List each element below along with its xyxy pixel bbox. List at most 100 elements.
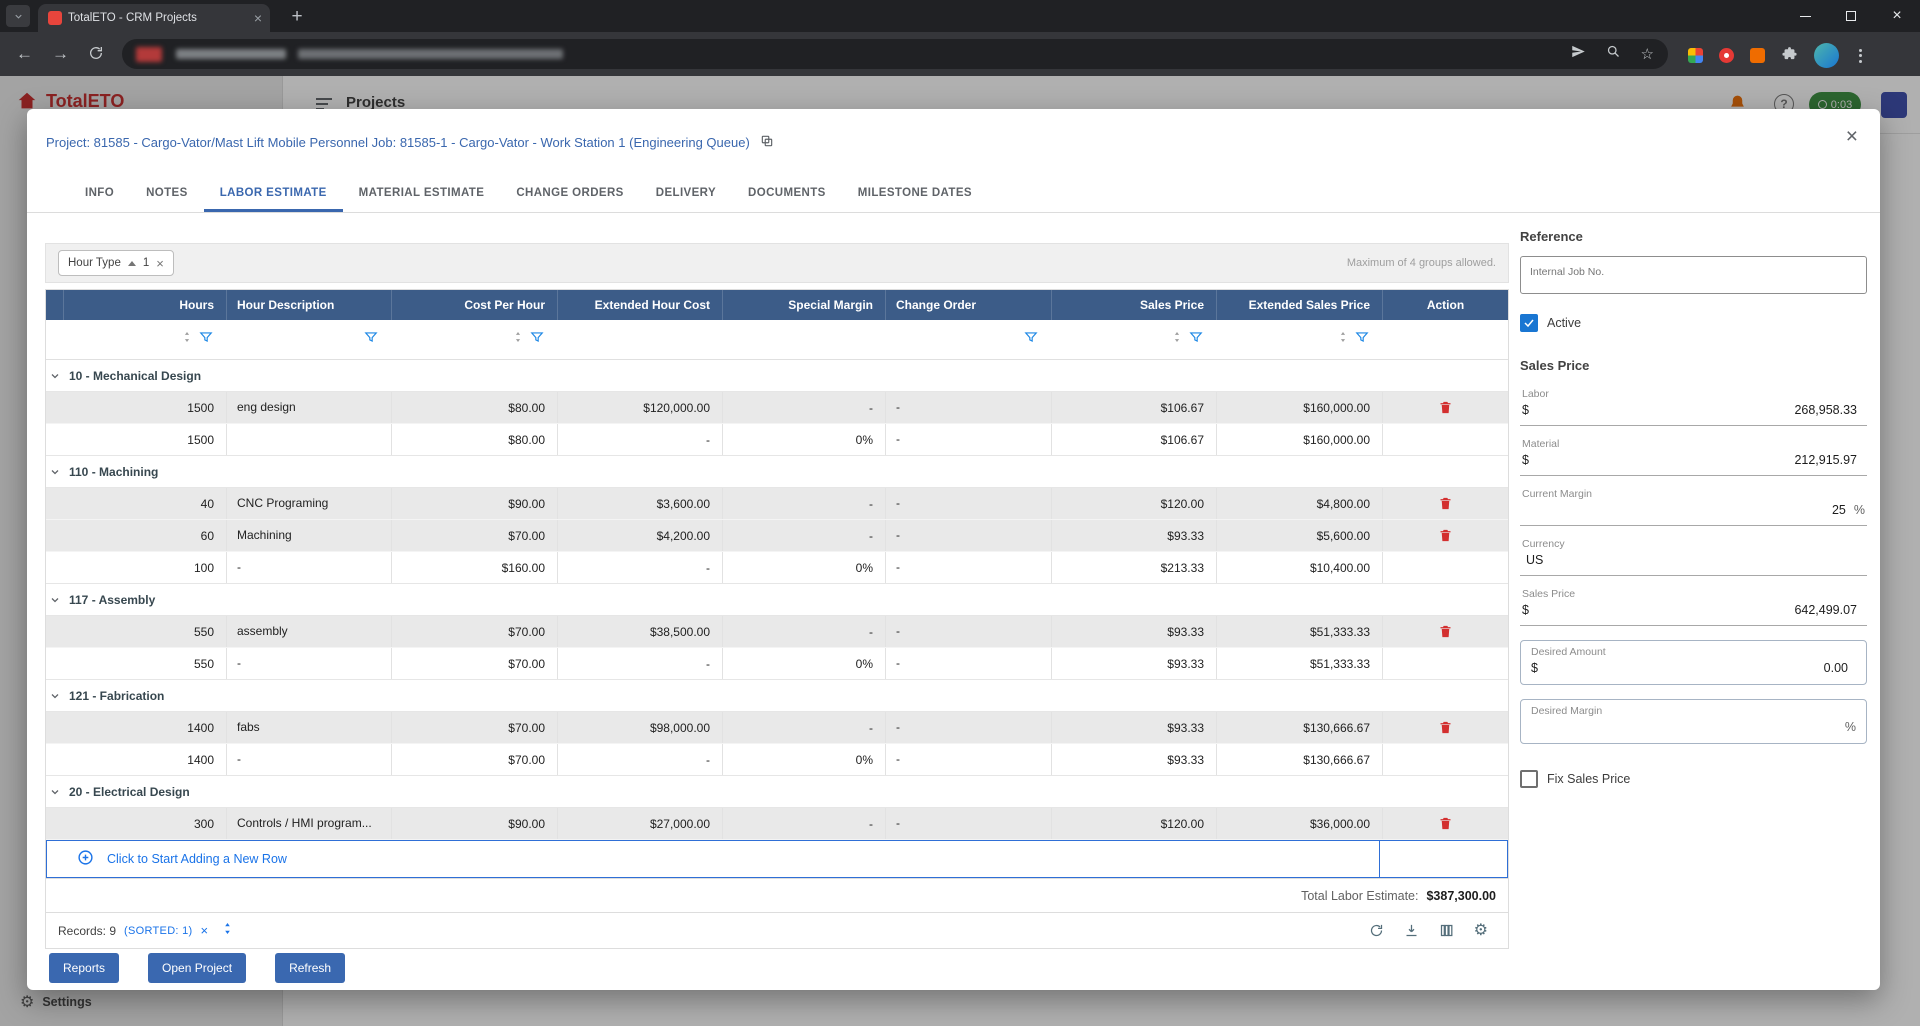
field-desired-amount[interactable]: Desired Amount$0.00 — [1520, 640, 1867, 685]
delete-row-icon[interactable] — [1438, 400, 1453, 415]
share-icon[interactable] — [1571, 44, 1586, 64]
collapse-group-icon[interactable] — [46, 370, 64, 382]
download-icon[interactable] — [1404, 923, 1419, 938]
modal-close-icon[interactable]: × — [1846, 126, 1858, 147]
delete-row-icon[interactable] — [1438, 528, 1453, 543]
field-labor[interactable]: Labor$268,958.33 — [1520, 387, 1867, 426]
copy-icon[interactable] — [760, 134, 774, 151]
columns-icon[interactable] — [1439, 923, 1454, 938]
column-header-special-margin[interactable]: Special Margin — [723, 290, 886, 320]
add-row-button[interactable]: Click to Start Adding a New Row — [46, 840, 1508, 878]
active-checkbox[interactable] — [1520, 314, 1538, 332]
open-project-button[interactable]: Open Project — [148, 953, 246, 983]
extension-icon[interactable] — [1750, 48, 1765, 63]
tab-material-estimate[interactable]: MATERIAL ESTIMATE — [343, 175, 501, 212]
column-header-change-order[interactable]: Change Order — [886, 290, 1052, 320]
tab-change-orders[interactable]: CHANGE ORDERS — [500, 175, 639, 212]
new-tab-button[interactable]: + — [284, 4, 310, 30]
internal-job-no-input[interactable]: Internal Job No. — [1520, 256, 1867, 294]
column-header-cost-per-hour[interactable]: Cost Per Hour — [392, 290, 558, 320]
reload-icon[interactable] — [88, 45, 104, 66]
browser-tab[interactable]: TotalETO - CRM Projects × — [38, 4, 270, 32]
field-value-row: 25% — [1522, 503, 1865, 518]
field-sales-price[interactable]: Sales Price$642,499.07 — [1520, 587, 1867, 626]
fix-sales-price-row[interactable]: Fix Sales Price — [1520, 770, 1867, 788]
refresh-grid-icon[interactable] — [1369, 923, 1384, 938]
sort-order-icon[interactable] — [222, 921, 233, 941]
tab-labor-estimate[interactable]: LABOR ESTIMATE — [204, 175, 343, 212]
filter-icon[interactable] — [1355, 330, 1369, 349]
field-currency[interactable]: CurrencyUS — [1520, 537, 1867, 576]
tab-delivery[interactable]: DELIVERY — [640, 175, 732, 212]
field-label: Desired Margin — [1531, 705, 1856, 717]
tab-notes[interactable]: NOTES — [130, 175, 204, 212]
refresh-button[interactable]: Refresh — [275, 953, 345, 983]
fix-sales-price-checkbox[interactable] — [1520, 770, 1538, 788]
back-icon[interactable]: ← — [16, 44, 33, 64]
field-material[interactable]: Material$212,915.97 — [1520, 437, 1867, 476]
tab-close-icon[interactable]: × — [254, 11, 262, 25]
extension-icon[interactable] — [1688, 48, 1703, 63]
forward-icon[interactable]: → — [52, 44, 69, 64]
grid-settings-icon[interactable]: ⚙ — [1474, 923, 1488, 939]
filter-icon[interactable] — [199, 330, 213, 349]
tab-milestone-dates[interactable]: MILESTONE DATES — [842, 175, 988, 212]
remove-group-icon[interactable]: × — [156, 256, 164, 271]
currency-prefix: $ — [1522, 453, 1529, 467]
active-checkbox-row[interactable]: Active — [1520, 314, 1867, 332]
window-close-button[interactable]: × — [1874, 0, 1920, 32]
maximize-button[interactable] — [1828, 0, 1874, 32]
cell-hours: 1400 — [64, 712, 227, 743]
sort-spinner-icon[interactable] — [1338, 330, 1348, 349]
filter-icon[interactable] — [1189, 330, 1203, 349]
column-header-extended-sales-price[interactable]: Extended Sales Price — [1217, 290, 1383, 320]
delete-row-icon[interactable] — [1438, 624, 1453, 639]
browser-menu-icon[interactable] — [1855, 45, 1866, 67]
extensions-puzzle-icon[interactable] — [1781, 45, 1798, 67]
bookmark-star-icon[interactable]: ☆ — [1641, 45, 1654, 63]
delete-row-icon[interactable] — [1438, 816, 1453, 831]
internal-job-no-placeholder: Internal Job No. — [1530, 266, 1604, 278]
cell-ext: - — [558, 424, 723, 455]
add-row-label: Click to Start Adding a New Row — [107, 852, 287, 866]
filter-icon[interactable] — [364, 330, 378, 349]
sort-spinner-icon[interactable] — [1172, 330, 1182, 349]
cell-margin: 0% — [723, 552, 886, 583]
tab-documents[interactable]: DOCUMENTS — [732, 175, 842, 212]
filter-icon[interactable] — [1024, 330, 1038, 349]
clear-sort-icon[interactable]: × — [201, 923, 209, 938]
reports-button[interactable]: Reports — [49, 953, 119, 983]
collapse-group-icon[interactable] — [46, 594, 64, 606]
column-header-hours[interactable]: Hours — [64, 290, 227, 320]
collapse-group-icon[interactable] — [46, 690, 64, 702]
field-label: Labor — [1522, 388, 1865, 400]
field-value-row: $212,915.97 — [1522, 453, 1865, 468]
filter-icon[interactable] — [530, 330, 544, 349]
zoom-icon[interactable] — [1606, 44, 1621, 64]
field-current-margin[interactable]: Current Margin25% — [1520, 487, 1867, 526]
tab-search-chevron-icon[interactable] — [6, 5, 30, 27]
group-chip-hour-type[interactable]: Hour Type 1 × — [58, 250, 174, 276]
cell-sales: $120.00 — [1052, 808, 1217, 839]
extension-icon[interactable] — [1719, 48, 1734, 63]
sort-spinner-icon[interactable] — [513, 330, 523, 349]
collapse-group-icon[interactable] — [46, 786, 64, 798]
project-title-link[interactable]: Project: 81585 - Cargo-Vator/Mast Lift M… — [46, 134, 774, 151]
delete-row-icon[interactable] — [1438, 720, 1453, 735]
address-bar[interactable]: ☆ — [122, 39, 1668, 69]
column-header-hour-description[interactable]: Hour Description — [227, 290, 392, 320]
field-desired-margin[interactable]: Desired Margin% — [1520, 699, 1867, 744]
column-header-action[interactable]: Action — [1383, 290, 1508, 320]
browser-profile-avatar[interactable] — [1814, 43, 1839, 68]
cell-margin: - — [723, 488, 886, 519]
tab-favicon — [48, 11, 62, 25]
column-header-sales-price[interactable]: Sales Price — [1052, 290, 1217, 320]
project-modal: Project: 81585 - Cargo-Vator/Mast Lift M… — [27, 109, 1880, 990]
minimize-button[interactable] — [1782, 0, 1828, 32]
sorted-badge[interactable]: (SORTED: 1) — [124, 925, 193, 937]
column-header-extended-hour-cost[interactable]: Extended Hour Cost — [558, 290, 723, 320]
collapse-group-icon[interactable] — [46, 466, 64, 478]
tab-info[interactable]: INFO — [69, 175, 130, 212]
sort-spinner-icon[interactable] — [182, 330, 192, 349]
delete-row-icon[interactable] — [1438, 496, 1453, 511]
